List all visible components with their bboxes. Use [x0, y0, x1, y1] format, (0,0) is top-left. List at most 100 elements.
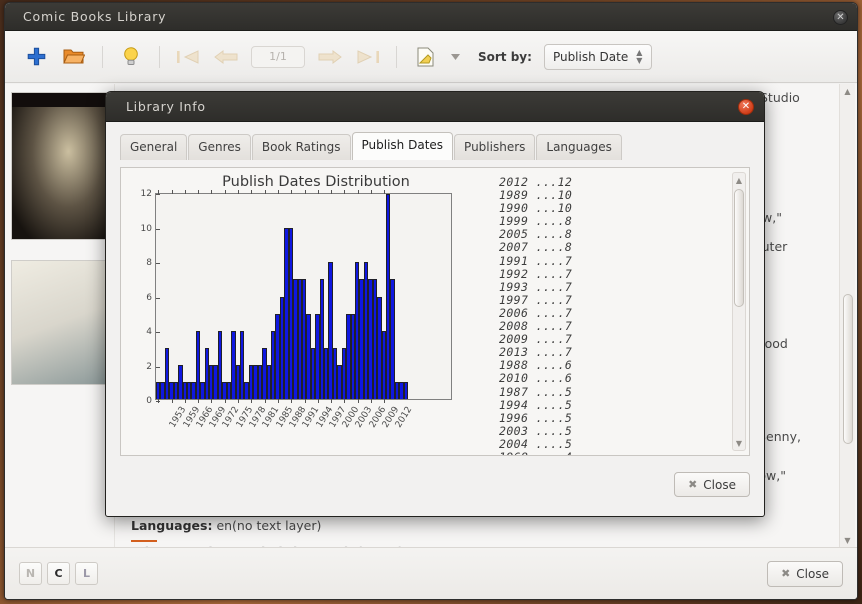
y-axis-tick-label: 10 — [140, 223, 152, 234]
x-axis-tick-top — [224, 190, 226, 194]
spinner-updown-icon: ▲ ▼ — [636, 47, 643, 65]
ranked-list-row: 1994 ....5 — [499, 397, 573, 412]
main-toolbar: 1/1 Sort by: Publish Date ▲ ▼ — [5, 31, 857, 83]
x-axis-tick-top — [277, 190, 279, 194]
y-axis-tick-label: 8 — [146, 258, 152, 268]
dialog-footer: ✖ Close — [106, 460, 764, 516]
first-page-button[interactable] — [171, 40, 205, 74]
dialog-tabstrip: General Genres Book Ratings Publish Date… — [106, 122, 764, 160]
book-cover-thumbnail-2[interactable] — [11, 260, 107, 385]
toolbar-separator-3 — [396, 45, 397, 68]
main-scrollbar-thumb[interactable] — [843, 294, 853, 444]
x-axis-tick-top — [331, 190, 333, 194]
previous-page-button[interactable] — [209, 40, 243, 74]
folder-open-icon — [63, 49, 85, 64]
main-close-button[interactable]: ✖ Close — [767, 560, 843, 587]
ranked-list-row: 2007 ....8 — [499, 240, 573, 255]
list-scrollbar[interactable]: ▲ ▼ — [732, 172, 746, 451]
tab-publishers[interactable]: Publishers — [454, 134, 536, 160]
x-axis-tick — [344, 399, 346, 403]
tab-book-ratings[interactable]: Book Ratings — [251, 134, 351, 160]
ranked-list-row: 1968 ....4 — [499, 450, 749, 455]
dialog-title: Library Info — [126, 99, 206, 114]
scroll-down-arrow-icon[interactable]: ▼ — [840, 533, 855, 547]
open-library-button[interactable] — [57, 40, 91, 74]
scroll-up-arrow-icon[interactable]: ▲ — [840, 84, 855, 98]
last-page-button[interactable] — [351, 40, 385, 74]
x-axis-tick — [158, 399, 160, 403]
y-axis-tick — [156, 263, 160, 264]
x-axis-tick — [224, 399, 226, 403]
tab-languages[interactable]: Languages — [536, 134, 622, 160]
x-axis-tick — [304, 399, 306, 403]
x-axis-tick — [238, 399, 239, 403]
add-book-button[interactable] — [19, 40, 53, 74]
chevron-down-icon — [450, 53, 460, 60]
publish-dates-panel: Publish Dates Distribution 0 2 4 6 8 10 12 195… — [120, 167, 750, 456]
x-axis-tick — [331, 399, 333, 403]
window-close-button[interactable]: ✕ — [833, 10, 848, 25]
x-axis-tick — [277, 399, 279, 403]
histogram-bars — [156, 194, 451, 399]
x-axis-tick-top — [251, 190, 253, 194]
ranked-list-row: 1993 ....7 — [499, 279, 573, 294]
main-close-label: Close — [796, 566, 829, 581]
filter-n-button[interactable]: N — [19, 562, 42, 585]
sort-by-value: Publish Date — [552, 49, 629, 64]
go-previous-icon — [214, 49, 238, 64]
entry-divider — [131, 540, 157, 542]
publish-dates-ranked-list: 2012 ...12 1989 ...10 1990 ...10 1999 ....8… — [481, 168, 749, 455]
x-axis-tick — [251, 399, 253, 403]
x-axis-tick-top — [357, 190, 359, 194]
tab-publish-dates[interactable]: Publish Dates — [351, 132, 454, 160]
y-axis-tick-label: 6 — [146, 292, 152, 303]
x-axis-tick-top — [198, 190, 200, 194]
histogram-bar — [403, 381, 409, 399]
y-axis-tick — [156, 332, 160, 333]
y-axis-tick-label: 4 — [146, 327, 152, 337]
x-axis-tick-top — [291, 190, 293, 194]
book-thumbnail-column — [5, 84, 115, 547]
list-scroll-up-arrow-icon[interactable]: ▲ — [733, 173, 745, 187]
dialog-close-footer-button[interactable]: ✖ Close — [674, 472, 750, 497]
y-axis-tick — [156, 194, 160, 195]
y-axis-tick — [156, 297, 160, 299]
chart-title: Publish Dates Distribution — [222, 174, 410, 190]
window-title: Comic Books Library — [23, 9, 167, 24]
book-cover-thumbnail-1[interactable] — [11, 92, 107, 240]
plot-outer: 0 2 4 6 8 10 12 1953 1959 1966 1969 1972 1975 1978 19… — [141, 189, 481, 430]
tab-genres[interactable]: Genres — [188, 134, 251, 160]
y-axis-tick — [156, 228, 160, 230]
x-axis-tick-top — [317, 190, 319, 194]
ranked-list-row: 1992 ....7 — [499, 266, 573, 281]
close-x-icon: ✖ — [781, 567, 791, 580]
plus-icon — [27, 47, 45, 66]
dialog-close-button[interactable]: ✕ — [738, 99, 754, 115]
filter-l-button[interactable]: L — [75, 562, 98, 585]
ranked-list-row: 1997 ....7 — [499, 292, 573, 307]
list-scroll-down-arrow-icon[interactable]: ▼ — [733, 436, 745, 450]
sort-by-label: Sort by: — [478, 49, 532, 64]
ranked-list-row: 1987 ....5 — [499, 384, 573, 399]
toolbar-separator-1 — [102, 45, 103, 68]
main-scrollbar[interactable]: ▲ ▼ — [839, 84, 855, 547]
application-window: Comic Books Library ✕ 1/1 Sort by: Publi… — [4, 2, 858, 600]
x-axis-tick — [211, 399, 213, 403]
page-indicator[interactable]: 1/1 — [251, 45, 305, 68]
go-last-icon — [357, 49, 379, 64]
x-axis-tick — [264, 399, 266, 403]
cover-banner — [12, 93, 106, 107]
page-setup-dropdown[interactable] — [446, 42, 464, 72]
go-first-icon — [177, 49, 199, 64]
library-info-dialog: Library Info ✕ General Genres Book Ratin… — [105, 91, 765, 517]
hints-button[interactable] — [114, 40, 148, 74]
next-page-button[interactable] — [313, 40, 347, 74]
sort-by-select[interactable]: Publish Date ▲ ▼ — [543, 43, 652, 70]
list-scrollbar-thumb[interactable] — [734, 189, 744, 307]
filter-c-button[interactable]: C — [47, 562, 70, 585]
x-axis-tick-top — [264, 190, 266, 194]
page-setup-button[interactable] — [408, 40, 442, 74]
lightbulb-icon — [124, 47, 138, 65]
tab-general[interactable]: General — [120, 134, 188, 160]
x-axis-tick-top — [211, 190, 213, 194]
